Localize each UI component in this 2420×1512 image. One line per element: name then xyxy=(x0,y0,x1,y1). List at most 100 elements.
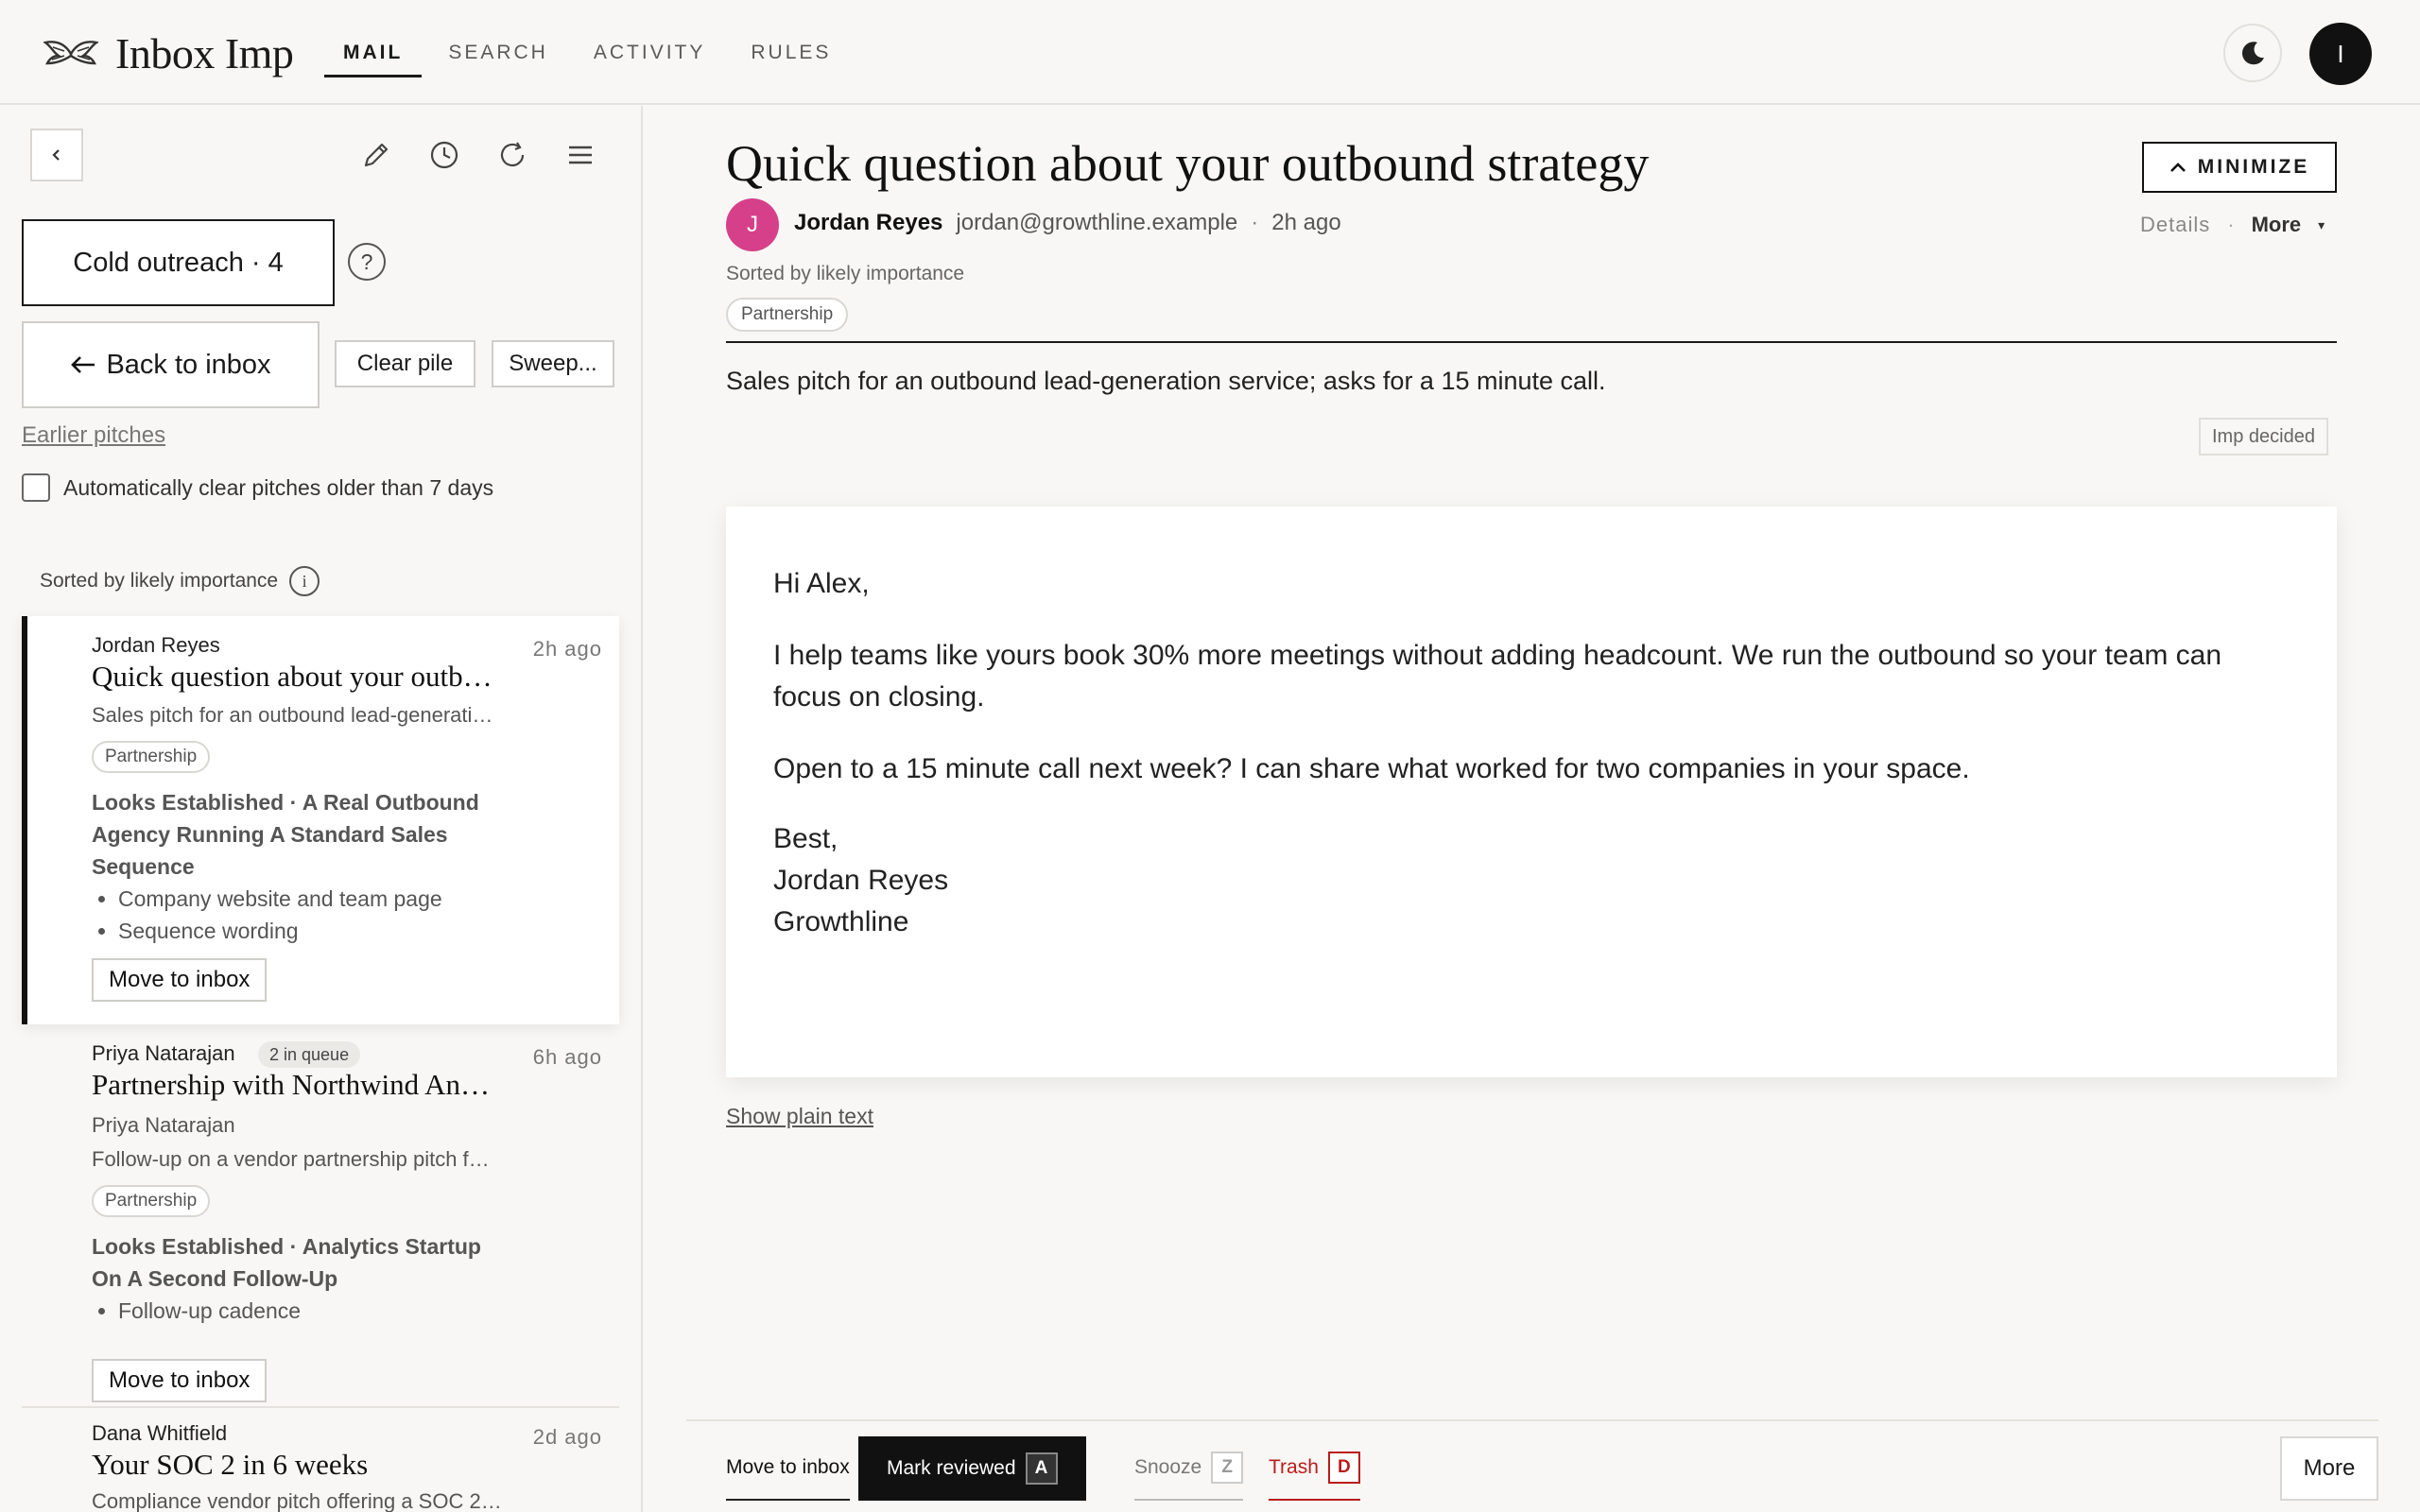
reason-item: Company website and team page xyxy=(118,883,442,915)
snooze-label: Snooze xyxy=(1134,1456,1202,1478)
sidebar: Cold outreach · 4 ? Back to inbox Clear … xyxy=(0,106,643,1512)
top-bar: Inbox Imp MAIL SEARCH ACTIVITY RULES I xyxy=(0,0,2420,105)
list-item[interactable]: Priya Natarajan 2 in queue 6h ago Partne… xyxy=(22,1034,619,1412)
arrow-left-icon xyxy=(71,356,95,373)
back-to-inbox-button[interactable]: Back to inbox xyxy=(22,321,320,408)
minimize-button[interactable]: MINIMIZE xyxy=(2142,142,2337,193)
card-time: 2d ago xyxy=(532,1425,602,1449)
sort-indicator: Sorted by likely importance i xyxy=(40,566,320,596)
list-item[interactable]: Dana Whitfield 2d ago Your SOC 2 in 6 we… xyxy=(22,1419,619,1512)
list-item[interactable]: Jordan Reyes 2h ago Quick question about… xyxy=(22,616,619,1024)
separator: · xyxy=(2227,213,2235,236)
auto-clear-row[interactable]: Automatically clear pitches older than 7… xyxy=(22,473,493,502)
sender-email[interactable]: jordan@growthline.example xyxy=(956,210,1237,236)
card-snippet: Follow-up on a vendor partnership pitch … xyxy=(92,1147,490,1171)
action-bar: Move to inbox Mark reviewed A Snooze Z T… xyxy=(686,1419,2378,1512)
card-time: 2h ago xyxy=(532,637,602,661)
card-snippet: Compliance vendor pitch offering a SOC 2… xyxy=(92,1489,502,1512)
nav-search[interactable]: SEARCH xyxy=(429,0,567,105)
card-subject: Your SOC 2 in 6 weeks xyxy=(92,1448,369,1481)
info-icon[interactable]: i xyxy=(289,566,320,596)
body-signoff: Best, xyxy=(773,823,838,854)
card-subject: Partnership with Northwind An… xyxy=(92,1068,491,1101)
message-summary: Sales pitch for an outbound lead-generat… xyxy=(726,367,1606,395)
card-from: Priya Natarajan xyxy=(92,1113,235,1137)
clear-pile-button[interactable]: Clear pile xyxy=(335,340,475,387)
list-divider xyxy=(22,1406,619,1408)
sender-avatar: J xyxy=(726,198,779,251)
body-paragraph: Open to a 15 minute call next week? I ca… xyxy=(773,753,1970,784)
message-meta-actions: Details · More ▾ xyxy=(2140,213,2325,237)
message-view: Quick question about your outbound strat… xyxy=(645,106,2420,1512)
email-body: Hi Alex, I help teams like yours book 30… xyxy=(726,507,2337,1077)
move-to-inbox-button[interactable]: Move to inbox xyxy=(92,958,268,1002)
snoozed-button[interactable] xyxy=(424,134,465,176)
body-signature-company: Growthline xyxy=(773,906,909,937)
auto-clear-checkbox[interactable] xyxy=(22,473,50,502)
shortcut-key: A xyxy=(1025,1452,1058,1485)
shortcut-key: D xyxy=(1327,1452,1360,1484)
card-subject: Quick question about your outb… xyxy=(92,660,493,693)
imp-wings-icon xyxy=(43,40,98,64)
card-reasons: Company website and team page Sequence w… xyxy=(118,883,442,947)
more-actions-button[interactable]: More xyxy=(2280,1436,2378,1501)
help-icon[interactable]: ? xyxy=(348,243,386,281)
nav-mail[interactable]: MAIL xyxy=(324,0,423,105)
mark-reviewed-button[interactable]: Mark reviewed A xyxy=(858,1436,1086,1501)
refresh-icon xyxy=(500,142,525,167)
imp-decided-badge: Imp decided xyxy=(2199,418,2328,455)
move-to-inbox-button[interactable]: Move to inbox xyxy=(92,1359,268,1402)
reason-item: Follow-up cadence xyxy=(118,1295,301,1327)
body-paragraph: I help teams like yours book 30% more me… xyxy=(773,640,2222,713)
nav-activity[interactable]: ACTIVITY xyxy=(575,0,725,105)
card-sender: Dana Whitfield xyxy=(92,1421,228,1445)
sweep-button[interactable]: Sweep... xyxy=(492,340,614,387)
card-tag: Partnership xyxy=(92,1185,211,1217)
card-time: 6h ago xyxy=(532,1045,602,1069)
trash-button[interactable]: Trash D xyxy=(1269,1436,1360,1501)
pile-selector-button[interactable]: Cold outreach · 4 xyxy=(22,219,335,306)
body-signature-name: Jordan Reyes xyxy=(773,865,949,896)
chevron-left-icon xyxy=(52,149,60,161)
theme-toggle-button[interactable] xyxy=(2223,24,2282,82)
earlier-pitches-link[interactable]: Earlier pitches xyxy=(22,422,165,449)
header-divider xyxy=(726,341,2337,343)
card-sender: Priya Natarajan xyxy=(92,1041,235,1065)
app-name: Inbox Imp xyxy=(115,29,294,77)
trash-label: Trash xyxy=(1269,1456,1319,1478)
show-plain-text-link[interactable]: Show plain text xyxy=(726,1104,873,1129)
hamburger-icon xyxy=(569,146,592,164)
more-dropdown[interactable]: More xyxy=(2252,213,2302,237)
refresh-button[interactable] xyxy=(492,134,533,176)
sort-label: Sorted by likely importance xyxy=(40,570,279,592)
reason-item: Sequence wording xyxy=(118,915,442,947)
app-logo[interactable]: Inbox Imp xyxy=(43,28,294,78)
move-to-inbox-action[interactable]: Move to inbox xyxy=(726,1436,850,1501)
details-link[interactable]: Details xyxy=(2140,213,2210,237)
compose-button[interactable] xyxy=(355,134,397,176)
sender-line: Jordan Reyes jordan@growthline.example ·… xyxy=(794,210,1341,236)
queue-badge: 2 in queue xyxy=(258,1041,361,1068)
card-snippet: Sales pitch for an outbound lead-generat… xyxy=(92,703,493,727)
clock-icon xyxy=(430,141,458,169)
card-verdict: Looks Established · Analytics Startup On… xyxy=(92,1234,481,1291)
caret-down-icon: ▾ xyxy=(2318,216,2325,232)
nav-rules[interactable]: RULES xyxy=(732,0,850,105)
user-avatar[interactable]: I xyxy=(2309,23,2372,85)
card-reasons: Follow-up cadence xyxy=(118,1295,301,1327)
move-to-inbox-label: Move to inbox xyxy=(726,1456,850,1478)
snooze-button[interactable]: Snooze Z xyxy=(1134,1436,1244,1501)
card-verdict: Looks Established · A Real Outbound Agen… xyxy=(92,790,479,879)
card-sender: Jordan Reyes xyxy=(92,633,220,657)
sender-name[interactable]: Jordan Reyes xyxy=(794,210,942,236)
menu-button[interactable] xyxy=(560,134,601,176)
moon-icon xyxy=(2241,42,2264,65)
collapse-sidebar-button[interactable] xyxy=(30,129,83,181)
body-greeting: Hi Alex, xyxy=(773,568,870,599)
separator: · xyxy=(1251,210,1259,235)
message-title: Quick question about your outbound strat… xyxy=(726,135,1650,192)
mark-reviewed-label: Mark reviewed xyxy=(887,1457,1016,1479)
shortcut-key: Z xyxy=(1211,1452,1244,1484)
message-tag: Partnership xyxy=(726,298,849,332)
chevron-up-icon xyxy=(2169,163,2186,172)
